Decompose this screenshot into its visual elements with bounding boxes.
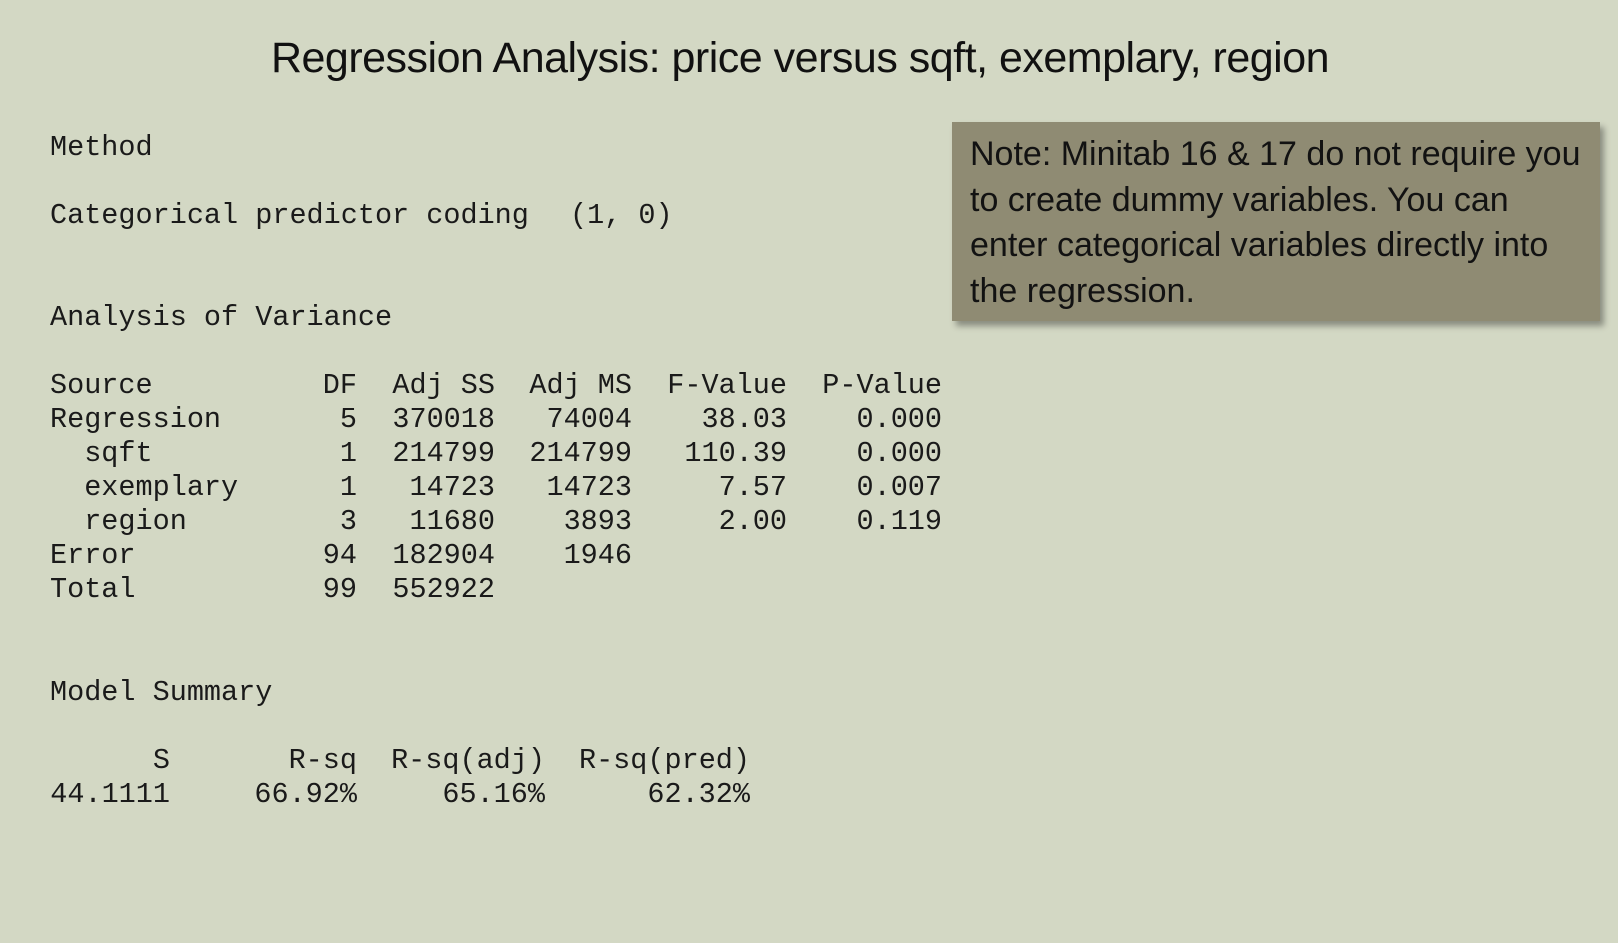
anova-heading: Analysis of Variance bbox=[50, 301, 393, 334]
row-source: Error bbox=[50, 539, 136, 572]
summary-value-r-sq-adj: 65.16% bbox=[442, 778, 545, 811]
anova-header-adj-ss: Adj SS bbox=[392, 369, 495, 402]
row-f-value: 7.57 bbox=[718, 471, 787, 504]
row-source: Regression bbox=[50, 403, 222, 436]
coding-value: (1, 0) bbox=[570, 199, 673, 232]
anova-header-p-value: P-Value bbox=[822, 369, 942, 402]
row-source: exemplary bbox=[50, 471, 239, 504]
page-title: Regression Analysis: price versus sqft, … bbox=[270, 34, 1330, 82]
row-adj-ss: 14723 bbox=[409, 471, 495, 504]
model-summary-values-row: 44.1111 66.92% 65.16% 62.32% bbox=[50, 778, 750, 812]
anova-header-row: Source DF Adj SS Adj MS F-Value P-Value bbox=[50, 369, 942, 403]
row-f-value: 110.39 bbox=[684, 437, 787, 470]
row-adj-ms: 3893 bbox=[563, 505, 632, 538]
table-row: exemplary 1 14723 14723 7.57 0.007 bbox=[50, 471, 942, 505]
row-p-value: 0.119 bbox=[856, 505, 942, 538]
model-summary-heading: Model Summary bbox=[50, 676, 273, 709]
summary-header-r-sq-adj: R-sq(adj) bbox=[391, 744, 545, 777]
coding-label: Categorical predictor coding bbox=[50, 199, 529, 232]
row-adj-ss: 552922 bbox=[392, 573, 495, 606]
row-adj-ms: 14723 bbox=[546, 471, 632, 504]
row-p-value: 0.000 bbox=[856, 403, 942, 436]
row-df: 99 bbox=[322, 573, 357, 606]
anova-header-f-value: F-Value bbox=[667, 369, 787, 402]
row-adj-ss: 214799 bbox=[392, 437, 495, 470]
row-adj-ss: 11680 bbox=[409, 505, 495, 538]
note-text: Note: Minitab 16 & 17 do not require you… bbox=[970, 135, 1581, 310]
row-adj-ss: 370018 bbox=[392, 403, 495, 436]
table-row: region 3 11680 3893 2.00 0.119 bbox=[50, 505, 942, 539]
row-f-value: 2.00 bbox=[718, 505, 787, 538]
method-heading: Method bbox=[50, 131, 153, 164]
summary-header-r-sq: R-sq bbox=[288, 744, 357, 777]
table-row: Regression 5 370018 74004 38.03 0.000 bbox=[50, 403, 942, 437]
note-callout: Note: Minitab 16 & 17 do not require you… bbox=[952, 122, 1600, 321]
table-row: Total 99 552922 bbox=[50, 573, 495, 607]
row-df: 1 bbox=[339, 437, 357, 470]
summary-value-r-sq: 66.92% bbox=[254, 778, 357, 811]
row-adj-ms: 1946 bbox=[563, 539, 632, 572]
table-row: Error 94 182904 1946 bbox=[50, 539, 632, 573]
row-adj-ms: 74004 bbox=[546, 403, 632, 436]
row-df: 94 bbox=[322, 539, 357, 572]
row-f-value: 38.03 bbox=[701, 403, 787, 436]
anova-header-adj-ms: Adj MS bbox=[529, 369, 632, 402]
summary-value-s: 44.1111 bbox=[50, 778, 170, 811]
anova-header-source: Source bbox=[50, 369, 153, 402]
row-source: sqft bbox=[50, 437, 153, 470]
row-df: 5 bbox=[339, 403, 357, 436]
summary-value-r-sq-pred: 62.32% bbox=[647, 778, 750, 811]
model-summary-header-row: S R-sq R-sq(adj) R-sq(pred) bbox=[50, 744, 750, 778]
row-p-value: 0.000 bbox=[856, 437, 942, 470]
row-df: 3 bbox=[339, 505, 357, 538]
summary-header-r-sq-pred: R-sq(pred) bbox=[578, 744, 750, 777]
row-source: Total bbox=[50, 573, 136, 606]
row-p-value: 0.007 bbox=[856, 471, 942, 504]
summary-header-s: S bbox=[152, 744, 170, 777]
row-df: 1 bbox=[339, 471, 357, 504]
anova-header-df: DF bbox=[322, 369, 357, 402]
table-row: sqft 1 214799 214799 110.39 0.000 bbox=[50, 437, 942, 471]
row-adj-ms: 214799 bbox=[529, 437, 632, 470]
row-adj-ss: 182904 bbox=[392, 539, 495, 572]
row-source: region bbox=[50, 505, 187, 538]
